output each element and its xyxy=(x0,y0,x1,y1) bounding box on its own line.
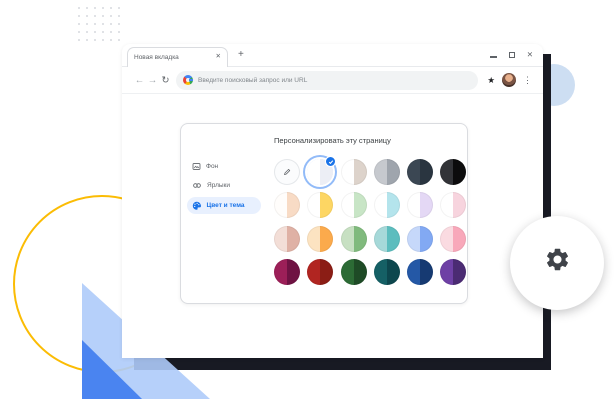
google-logo-icon xyxy=(183,75,193,85)
swatch-custom-color[interactable] xyxy=(274,159,300,185)
swatch-light-peach[interactable] xyxy=(274,192,300,218)
swatch-teal[interactable] xyxy=(374,226,400,252)
tab-strip: Новая вкладка ✕ + ✕ xyxy=(122,44,543,67)
dot-grid-pattern xyxy=(75,4,123,44)
swatch-light-lavender[interactable] xyxy=(407,192,433,218)
tab-close-icon[interactable]: ✕ xyxy=(216,54,221,61)
swatch-pink[interactable] xyxy=(440,226,466,252)
sidebar-item-label: Цвет и тема xyxy=(207,202,245,209)
maximize-icon[interactable] xyxy=(509,52,515,58)
swatch-blue[interactable] xyxy=(407,226,433,252)
swatch-light-green[interactable] xyxy=(341,192,367,218)
swatch-dark-green[interactable] xyxy=(341,259,367,285)
profile-avatar[interactable] xyxy=(502,73,516,87)
address-bar[interactable]: Введите поисковый запрос или URL xyxy=(176,71,478,90)
settings-badge xyxy=(510,216,604,310)
swatch-light-pink[interactable] xyxy=(440,192,466,218)
tab-new-tab[interactable]: Новая вкладка ✕ xyxy=(127,47,228,67)
link-icon xyxy=(192,181,202,190)
tab-title: Новая вкладка xyxy=(134,54,216,61)
image-icon xyxy=(192,162,201,171)
new-tab-button[interactable]: + xyxy=(238,48,244,62)
pencil-icon xyxy=(282,167,292,177)
swatch-default[interactable] xyxy=(307,159,333,185)
swatch-light-cyan[interactable] xyxy=(374,192,400,218)
customize-page-dialog: Персонализировать эту страницу Фон Ярлыки… xyxy=(180,123,468,304)
swatch-rose[interactable] xyxy=(274,226,300,252)
dialog-sidebar: Фон Ярлыки Цвет и тема xyxy=(187,157,261,214)
swatch-black[interactable] xyxy=(440,159,466,185)
palette-icon xyxy=(192,201,202,211)
gear-icon xyxy=(544,246,571,273)
page-canvas: { "decor": { "dots": {"cols": 6, "rows":… xyxy=(0,0,614,413)
swatch-magenta[interactable] xyxy=(274,259,300,285)
swatch-red[interactable] xyxy=(307,259,333,285)
sidebar-item-label: Ярлыки xyxy=(207,182,230,189)
toolbar-right-group: ★ ⋮ xyxy=(487,73,532,87)
sidebar-item-image[interactable]: Фон xyxy=(187,157,261,176)
close-window-icon[interactable]: ✕ xyxy=(527,51,533,59)
browser-window: Новая вкладка ✕ + ✕ ← → ↻ Введите поиско… xyxy=(122,44,543,358)
sidebar-item-palette[interactable]: Цвет и тема xyxy=(187,197,261,214)
swatch-orange[interactable] xyxy=(307,226,333,252)
menu-kebab-icon[interactable]: ⋮ xyxy=(523,76,532,85)
reload-icon[interactable]: ↻ xyxy=(159,75,172,86)
swatch-navy[interactable] xyxy=(407,259,433,285)
address-placeholder: Введите поисковый запрос или URL xyxy=(198,77,307,84)
swatch-warm-grey[interactable] xyxy=(341,159,367,185)
sidebar-item-label: Фон xyxy=(206,163,218,170)
swatch-purple[interactable] xyxy=(440,259,466,285)
forward-icon[interactable]: → xyxy=(146,75,159,86)
swatch-light-yellow[interactable] xyxy=(307,192,333,218)
bookmark-star-icon[interactable]: ★ xyxy=(487,76,495,85)
swatch-midnight-blue[interactable] xyxy=(407,159,433,185)
back-icon[interactable]: ← xyxy=(133,75,146,86)
window-controls: ✕ xyxy=(490,44,533,66)
browser-toolbar: ← → ↻ Введите поисковый запрос или URL ★… xyxy=(122,67,543,94)
sidebar-item-link[interactable]: Ярлыки xyxy=(187,176,261,195)
theme-color-grid xyxy=(274,159,466,285)
dialog-title: Персонализировать эту страницу xyxy=(274,136,391,145)
swatch-dark-teal[interactable] xyxy=(374,259,400,285)
minimize-icon[interactable] xyxy=(490,56,497,57)
swatch-cool-grey[interactable] xyxy=(374,159,400,185)
check-icon xyxy=(325,156,336,167)
swatch-green[interactable] xyxy=(341,226,367,252)
